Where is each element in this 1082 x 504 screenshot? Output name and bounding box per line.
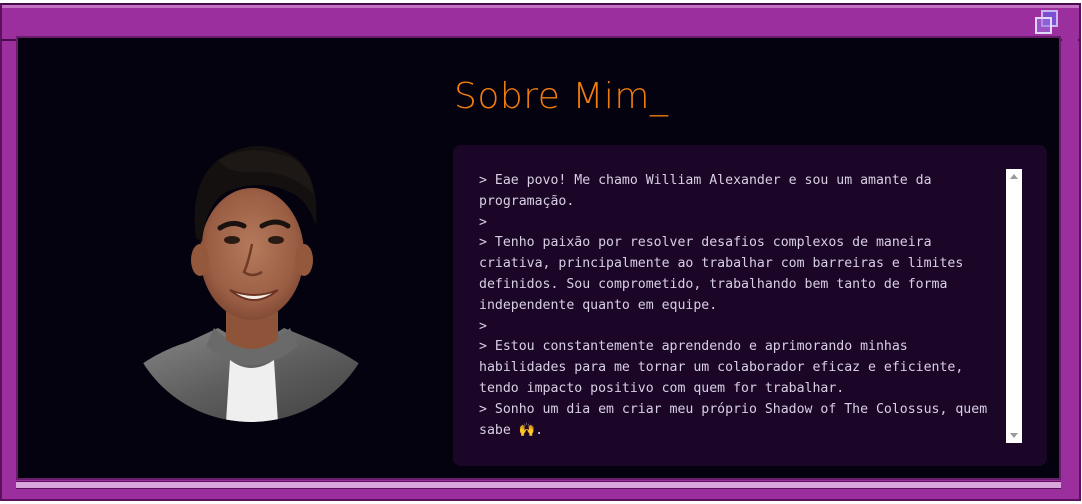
window-bottom-border xyxy=(16,481,1061,489)
page-title: Sobre Mim_ xyxy=(454,76,668,117)
app-window: Sobre Mim_ > Eae povo! Me chamo William … xyxy=(0,0,1082,504)
about-text[interactable]: > Eae povo! Me chamo William Alexander e… xyxy=(479,171,1001,443)
about-terminal: > Eae povo! Me chamo William Alexander e… xyxy=(453,145,1047,466)
about-line: > Tenho paixão por resolver desafios com… xyxy=(479,235,972,313)
restore-windows-icon[interactable] xyxy=(1033,9,1061,37)
title-cursor: _ xyxy=(649,76,669,117)
page-title-text: Sobre Mim xyxy=(454,76,650,117)
vertical-scrollbar[interactable] xyxy=(1006,169,1022,443)
window-right-border xyxy=(1062,36,1078,488)
about-line: > xyxy=(479,318,487,334)
about-line: > xyxy=(479,214,487,230)
about-section: Sobre Mim_ > Eae povo! Me chamo William … xyxy=(16,36,1061,480)
scroll-down-arrow-icon[interactable] xyxy=(1006,429,1022,443)
title-bar-highlight xyxy=(2,5,1079,8)
profile-photo xyxy=(118,114,384,422)
scroll-up-arrow-icon[interactable] xyxy=(1006,169,1022,183)
about-line: > Eae povo! Me chamo William Alexander e… xyxy=(479,173,940,209)
about-line: > Estou constantemente aprendendo e apri… xyxy=(479,339,972,396)
about-line: > Sonho um dia em criar meu próprio Shad… xyxy=(479,401,996,438)
